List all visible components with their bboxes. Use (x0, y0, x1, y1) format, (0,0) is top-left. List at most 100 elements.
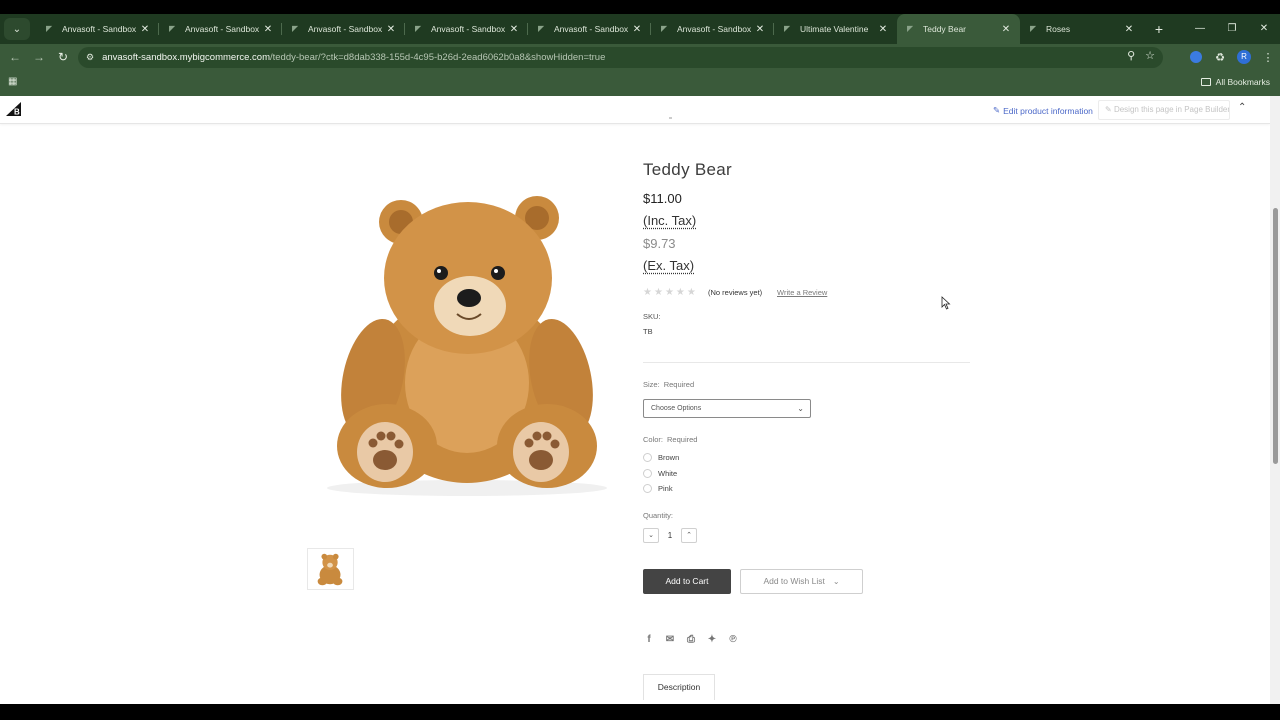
browser-toolbar: ← → ↻ ⚙ anvasoft-sandbox.mybigcommerce.c… (0, 44, 1280, 70)
scroll-thumb[interactable] (1273, 208, 1278, 464)
page-icon: ◤ (661, 24, 668, 33)
radio-button[interactable] (643, 453, 652, 462)
reload-icon[interactable]: ↻ (51, 50, 75, 64)
quantity-input[interactable]: 1 (659, 531, 681, 540)
close-icon[interactable]: ✕ (1000, 24, 1012, 35)
bigcommerce-logo-icon[interactable]: B (4, 101, 22, 117)
chevron-down-icon: ⌄ (832, 577, 840, 586)
profile-avatar[interactable]: R (1237, 50, 1251, 64)
edit-product-label: Edit product information (1003, 105, 1093, 116)
size-select[interactable]: Choose Options ⌄ (643, 399, 811, 418)
browser-tab[interactable]: ◤ Ultimate Valentine ✕ (774, 14, 897, 44)
breadcrumb-remnant (669, 117, 672, 119)
write-review-link[interactable]: Write a Review (777, 288, 827, 297)
zoom-icon[interactable]: ⚲ (1127, 49, 1135, 62)
apps-grid-icon[interactable]: ▦ (8, 76, 17, 87)
twitter-icon[interactable]: ✦ (706, 634, 718, 646)
print-icon[interactable]: ⎙ (685, 634, 697, 646)
radio-button[interactable] (643, 469, 652, 478)
radio-button[interactable] (643, 484, 652, 493)
add-to-cart-button[interactable]: Add to Cart (643, 569, 731, 594)
close-icon[interactable]: ✕ (262, 24, 274, 35)
back-icon[interactable]: ← (3, 50, 27, 64)
tab-label: Anvasoft - Sandbox B (431, 24, 508, 34)
wishlist-label: Add to Wish List (763, 576, 825, 586)
mouse-cursor-icon (941, 296, 951, 310)
color-option-brown[interactable]: Brown (643, 453, 679, 462)
facebook-icon[interactable]: f (643, 634, 655, 646)
divider (643, 362, 970, 363)
web-page: B ✎ Edit product information ✎ Design th… (0, 96, 1270, 704)
forward-icon[interactable]: → (27, 50, 51, 64)
minimize-icon[interactable]: — (1184, 14, 1216, 44)
close-icon[interactable]: ✕ (139, 24, 151, 35)
ex-tax-label: (Ex. Tax) (643, 258, 695, 273)
browser-tab[interactable]: ◤ Anvasoft - Sandbox B ✕ (159, 14, 282, 44)
all-bookmarks-button[interactable]: All Bookmarks (1200, 77, 1270, 87)
restore-icon[interactable]: ❐ (1216, 14, 1248, 44)
browser-tab[interactable]: ◤ Anvasoft - Sandbox B ✕ (36, 14, 159, 44)
extensions-area: ♻ R ⋮ (1184, 44, 1280, 70)
price-inc-tax: $11.00 (643, 191, 682, 206)
tab-label: Anvasoft - Sandbox B (62, 24, 139, 34)
close-icon[interactable]: ✕ (1123, 24, 1135, 35)
inc-tax-label: (Inc. Tax) (643, 213, 697, 228)
page-scrollbar[interactable] (1270, 96, 1280, 704)
close-icon[interactable]: ✕ (508, 24, 520, 35)
sku-value: TB (643, 327, 653, 336)
size-select-value: Choose Options (651, 405, 702, 412)
browser-tab-active[interactable]: ◤ Teddy Bear ✕ (897, 14, 1020, 44)
all-bookmarks-label: All Bookmarks (1215, 77, 1270, 87)
pencil-icon: ✎ (993, 105, 1001, 115)
increase-quantity-button[interactable]: ⌃ (681, 528, 697, 543)
edit-product-link[interactable]: ✎ Edit product information (993, 105, 1093, 116)
browser-tab[interactable]: ◤ Anvasoft - Sandbox B ✕ (651, 14, 774, 44)
pinterest-icon[interactable]: ℗ (727, 634, 739, 646)
tab-label: Anvasoft - Sandbox B (677, 24, 754, 34)
tab-description[interactable]: Description (643, 674, 715, 700)
page-icon: ◤ (1030, 24, 1037, 33)
add-to-wishlist-button[interactable]: Add to Wish List ⌄ (740, 569, 863, 594)
new-tab-button[interactable]: + (1147, 21, 1171, 37)
browser-tab[interactable]: ◤ Roses ✕ (1020, 14, 1143, 44)
close-icon[interactable]: ✕ (631, 24, 643, 35)
window-close-icon[interactable]: ✕ (1248, 14, 1280, 44)
menu-icon[interactable]: ⋮ (1256, 51, 1280, 64)
browser-tab[interactable]: ◤ Anvasoft - Sandbox B ✕ (405, 14, 528, 44)
color-option-label: White (658, 469, 678, 478)
tab-label: Anvasoft - Sandbox B (554, 24, 631, 34)
tab-label: Ultimate Valentine (800, 24, 869, 34)
rating-stars: ★ ★ ★ ★ ★ (643, 287, 696, 298)
url-host: anvasoft-sandbox.mybigcommerce.com (102, 52, 270, 63)
tabs: ◤ Anvasoft - Sandbox B ✕ ◤ Anvasoft - Sandb… (36, 14, 1171, 44)
close-icon[interactable]: ✕ (754, 24, 766, 35)
color-option-pink[interactable]: Pink (643, 484, 673, 493)
star-icon: ★ (675, 287, 685, 298)
chevron-up-icon[interactable]: ⌃ (1238, 102, 1246, 113)
extension-icon[interactable] (1190, 51, 1202, 63)
puzzle-icon[interactable]: ♻ (1208, 51, 1232, 64)
star-icon: ★ (686, 287, 696, 298)
decrease-quantity-button[interactable]: ⌄ (643, 528, 659, 543)
bigcommerce-admin-bar: B ✎ Edit product information ✎ Design th… (0, 96, 1270, 124)
share-icons: f ✉ ⎙ ✦ ℗ (643, 634, 739, 646)
screen: ⌄ ◤ Anvasoft - Sandbox B ✕ ◤ Anvasoft - San… (0, 0, 1280, 720)
teddy-bear-image[interactable] (315, 188, 620, 500)
color-option-white[interactable]: White (643, 469, 677, 478)
email-icon[interactable]: ✉ (664, 634, 676, 646)
folder-icon (1200, 78, 1211, 86)
thumbnail-image[interactable] (307, 548, 354, 590)
browser-tab[interactable]: ◤ Anvasoft - Sandbox B ✕ (528, 14, 651, 44)
bookmark-star-icon[interactable]: ☆ (1145, 49, 1155, 62)
page-icon: ◤ (292, 24, 299, 33)
tab-search-button[interactable]: ⌄ (4, 18, 30, 40)
url-text[interactable]: anvasoft-sandbox.mybigcommerce.com/teddy… (102, 52, 605, 63)
page-icon: ◤ (169, 24, 176, 33)
site-info-icon[interactable]: ⚙ (86, 52, 94, 63)
page-builder-button[interactable]: ✎ Design this page in Page Builder (1098, 100, 1230, 120)
address-bar[interactable]: ⚙ anvasoft-sandbox.mybigcommerce.com/ted… (78, 47, 1163, 68)
browser-tab[interactable]: ◤ Anvasoft - Sandbox B ✕ (282, 14, 405, 44)
close-icon[interactable]: ✕ (385, 24, 397, 35)
price-ex-tax: $9.73 (643, 236, 676, 251)
close-icon[interactable]: ✕ (877, 24, 889, 35)
